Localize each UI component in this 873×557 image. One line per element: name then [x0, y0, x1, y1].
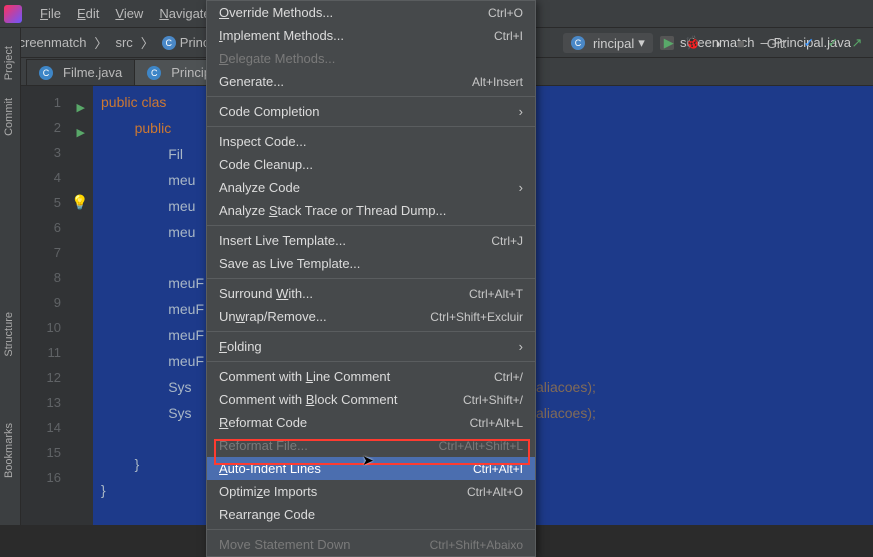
line-number: 6 — [21, 215, 67, 240]
line-number: 7 — [21, 240, 67, 265]
chevron-icon: 〉 — [90, 33, 111, 52]
run-gutter-icon[interactable]: ▶ — [77, 96, 85, 121]
menu-folding[interactable]: Folding› — [207, 335, 535, 358]
menu-analyze-code[interactable]: Analyze Code› — [207, 176, 535, 199]
menu-move-statement-down[interactable]: Move Statement DownCtrl+Shift+Abaixo — [207, 533, 535, 556]
menu-unwrap-remove[interactable]: Unwrap/Remove...Ctrl+Shift+Excluir — [207, 305, 535, 328]
toolwindow-commit[interactable]: Commit — [3, 98, 15, 136]
chevron-down-icon: ▾ — [638, 35, 645, 51]
gutter-icon-strip: 💡 — [67, 86, 93, 525]
menu-comment-line[interactable]: Comment with Line CommentCtrl+/ — [207, 365, 535, 388]
menu-generate[interactable]: Generate...Alt+Insert — [207, 70, 535, 93]
class-icon: C — [162, 36, 176, 50]
menu-analyze-stack[interactable]: Analyze Stack Trace or Thread Dump... — [207, 199, 535, 222]
line-number: 11 — [21, 340, 67, 365]
menu-surround-with[interactable]: Surround With...Ctrl+Alt+T — [207, 282, 535, 305]
menu-implement-methods[interactable]: Implement Methods...Ctrl+I — [207, 24, 535, 47]
menu-separator — [207, 126, 535, 127]
code-menu-dropdown: Override Methods...Ctrl+O Implement Meth… — [206, 0, 536, 557]
git-update-icon[interactable]: ✓ — [801, 35, 817, 51]
app-icon — [4, 5, 22, 23]
menu-comment-block[interactable]: Comment with Block CommentCtrl+Shift+/ — [207, 388, 535, 411]
line-number: 15 — [21, 440, 67, 465]
line-number: 13 — [21, 390, 67, 415]
menu-override-methods[interactable]: Override Methods...Ctrl+O — [207, 1, 535, 24]
debug-button[interactable]: 🐞 — [685, 35, 701, 51]
menu-reformat-code[interactable]: Reformat CodeCtrl+Alt+L — [207, 411, 535, 434]
line-number-gutter: 1▶ 2▶ 3 4 5 6 7 8 9 10 11 12 13 14 15 16 — [21, 86, 67, 525]
run-toolbar: C rincipal ▾ ▶ 🐞 ◑ ■ Git: ✓ ✓ ↗ — [533, 28, 873, 58]
menu-reformat-file[interactable]: Reformat File...Ctrl+Alt+Shift+L — [207, 434, 535, 457]
run-gutter-icon[interactable]: ▶ — [77, 121, 85, 146]
line-number: 3 — [21, 140, 67, 165]
menu-separator — [207, 225, 535, 226]
menu-separator — [207, 529, 535, 530]
line-number: 9 — [21, 290, 67, 315]
menu-auto-indent-lines[interactable]: Auto-Indent LinesCtrl+Alt+I — [207, 457, 535, 480]
menu-code-cleanup[interactable]: Code Cleanup... — [207, 153, 535, 176]
line-number: 2▶ — [21, 115, 67, 140]
menu-rearrange-code[interactable]: Rearrange Code — [207, 503, 535, 526]
line-number: 10 — [21, 315, 67, 340]
toolwindow-project[interactable]: Project — [3, 46, 15, 80]
git-commit-icon[interactable]: ✓ — [825, 35, 841, 51]
breadcrumb-src[interactable]: src — [111, 35, 136, 50]
menu-separator — [207, 331, 535, 332]
run-config-selector[interactable]: C rincipal ▾ — [563, 33, 653, 53]
toolwindow-structure[interactable]: Structure — [3, 312, 15, 357]
menu-view[interactable]: View — [107, 2, 151, 25]
menu-insert-live-template[interactable]: Insert Live Template...Ctrl+J — [207, 229, 535, 252]
class-icon: C — [39, 66, 53, 80]
class-icon: C — [147, 66, 161, 80]
run-button[interactable]: ▶ — [661, 35, 677, 51]
class-icon: C — [571, 36, 585, 50]
chevron-icon: 〉 — [137, 33, 158, 52]
git-push-icon[interactable]: ↗ — [849, 35, 865, 51]
tab-filme[interactable]: CFilme.java — [26, 59, 135, 85]
line-number: 12 — [21, 365, 67, 390]
menu-separator — [207, 361, 535, 362]
line-number: 16 — [21, 465, 67, 490]
intention-bulb-icon[interactable]: 💡 — [71, 194, 88, 211]
coverage-button[interactable]: ◑ — [709, 36, 725, 51]
line-number: 1▶ — [21, 90, 67, 115]
menu-separator — [207, 96, 535, 97]
submenu-arrow-icon: › — [519, 339, 523, 354]
git-label: Git: — [767, 36, 787, 51]
menu-delegate-methods: Delegate Methods... — [207, 47, 535, 70]
menu-code-completion[interactable]: Code Completion› — [207, 100, 535, 123]
line-number: 4 — [21, 165, 67, 190]
toolwindow-bookmarks[interactable]: Bookmarks — [3, 423, 15, 478]
menu-separator — [207, 278, 535, 279]
stop-button[interactable]: ■ — [733, 36, 749, 51]
left-toolwindow-strip: Project Commit Structure Bookmarks — [0, 28, 21, 525]
line-number: 8 — [21, 265, 67, 290]
line-number: 5 — [21, 190, 67, 215]
menu-save-live-template[interactable]: Save as Live Template... — [207, 252, 535, 275]
submenu-arrow-icon: › — [519, 180, 523, 195]
menu-file[interactable]: FFileile — [32, 2, 69, 25]
menu-optimize-imports[interactable]: Optimize ImportsCtrl+Alt+O — [207, 480, 535, 503]
menu-edit[interactable]: Edit — [69, 2, 107, 25]
line-number: 14 — [21, 415, 67, 440]
menu-inspect-code[interactable]: Inspect Code... — [207, 130, 535, 153]
submenu-arrow-icon: › — [519, 104, 523, 119]
